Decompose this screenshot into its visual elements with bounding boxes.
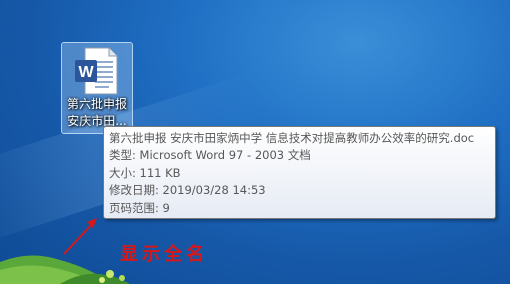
desktop-file-icon[interactable]: W 第六批申报 安庆市田...: [61, 42, 133, 134]
tooltip-pages: 页码范围: 9: [109, 200, 170, 215]
svg-text:W: W: [78, 64, 94, 81]
file-label-line1: 第六批申报: [66, 97, 127, 111]
wallpaper-leaf-icon: [0, 255, 130, 284]
tooltip-filename: 第六批申报 安庆市田家炳中学 信息技术对提高教师办公效率的研究.doc: [109, 131, 475, 145]
tooltip-type: 类型: Microsoft Word 97 - 2003 文档: [109, 148, 311, 163]
desktop-file-label: 第六批申报 安庆市田...: [64, 96, 130, 130]
tooltip-size: 大小: 111 KB: [109, 165, 181, 180]
tooltip-modified: 修改日期: 2019/03/28 14:53: [109, 183, 266, 198]
word-document-icon: W: [75, 47, 118, 95]
file-info-tooltip: 第六批申报 安庆市田家炳中学 信息技术对提高教师办公效率的研究.doc 类型: …: [103, 126, 496, 219]
